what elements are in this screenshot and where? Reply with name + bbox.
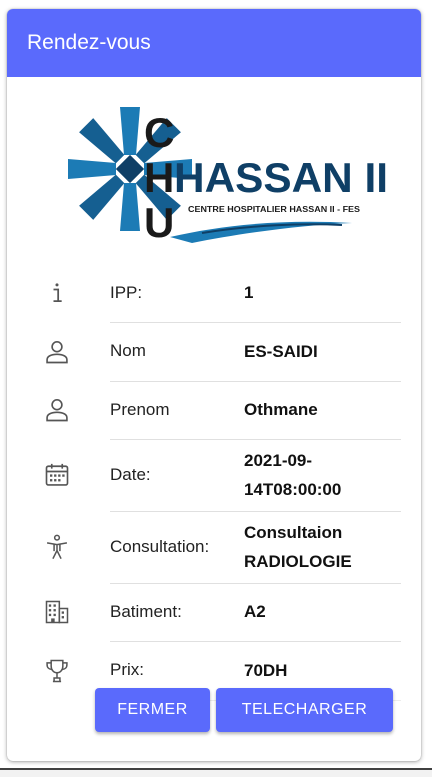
logo-letter-h: H: [144, 154, 174, 201]
person-icon: [45, 399, 68, 422]
calendar-icon: [45, 463, 68, 486]
building-icon: [45, 600, 68, 624]
appointment-card: Rendez-vous C H U HASSAN II CENTRE HOSPI…: [7, 9, 421, 761]
row-date: Date: 2021-09- 14T08:00:00: [7, 439, 421, 512]
prix-value: 70DH: [244, 660, 288, 680]
nom-value: ES-SAIDI: [244, 341, 318, 361]
download-button[interactable]: TELECHARGER: [216, 688, 393, 732]
logo-letter-c: C: [144, 109, 174, 156]
row-prenom: Prenom Othmane: [7, 381, 421, 440]
person-icon: [45, 340, 68, 363]
row-batiment: Batiment: A2: [7, 583, 421, 642]
chu-hassan-logo: C H U HASSAN II CENTRE HOSPITALIER HASSA…: [68, 107, 388, 246]
consultation-label: Consultation:: [110, 536, 210, 556]
details-list: IPP: 1 Nom ES-SAIDI Prenom Othmane Date:…: [7, 264, 421, 701]
page-bottom-edge: [0, 768, 432, 777]
card-header: Rendez-vous: [7, 9, 421, 77]
prenom-label: Prenom: [110, 399, 170, 419]
accessibility-icon: [46, 534, 67, 560]
ipp-value: 1: [244, 283, 254, 302]
consultation-value: Consultaion RADIOLOGIE: [244, 522, 352, 571]
date-value: 2021-09- 14T08:00:00: [244, 450, 342, 499]
info-icon: [53, 283, 62, 303]
card-actions: FERMER TELECHARGER: [95, 688, 393, 732]
batiment-label: Batiment:: [110, 601, 182, 621]
trophy-icon: [45, 659, 68, 682]
logo-subtitle: CENTRE HOSPITALIER HASSAN II - FES: [188, 205, 361, 214]
card-title: Rendez-vous: [27, 31, 151, 54]
logo-name: HASSAN II: [174, 154, 388, 201]
prix-label: Prix:: [110, 660, 144, 679]
logo-letter-u: U: [144, 199, 174, 246]
row-nom: Nom ES-SAIDI: [7, 322, 421, 382]
row-ipp: IPP: 1: [7, 264, 421, 323]
nom-label: Nom: [110, 341, 146, 360]
row-consultation: Consultation: Consultaion RADIOLOGIE: [7, 511, 421, 584]
close-button[interactable]: FERMER: [95, 688, 210, 732]
prenom-value: Othmane: [244, 400, 318, 419]
date-label: Date:: [110, 464, 151, 484]
batiment-value: A2: [244, 602, 266, 621]
ipp-label: IPP:: [110, 282, 143, 302]
